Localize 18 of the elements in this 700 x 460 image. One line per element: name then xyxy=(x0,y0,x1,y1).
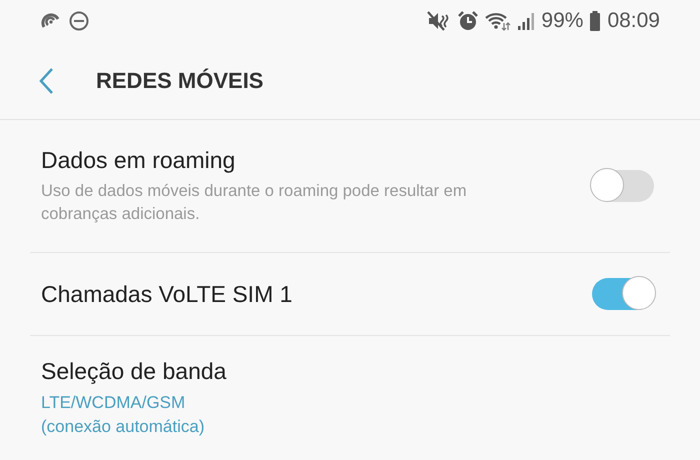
toggle-switch[interactable] xyxy=(592,170,654,202)
setting-title[interactable]: Seleção de banda xyxy=(41,358,226,385)
do-not-disturb-icon xyxy=(68,10,90,32)
page-title: REDES MÓVEIS xyxy=(96,68,264,94)
battery-percentage: 99% xyxy=(541,9,584,33)
setting-description: Uso de dados móveis durante o roaming pode resultar em cobranças adicionais. xyxy=(41,180,468,224)
setting-title[interactable]: Chamadas VoLTE SIM 1 xyxy=(41,280,292,308)
setting-title[interactable]: Dados em roaming xyxy=(41,146,541,174)
back-icon[interactable] xyxy=(38,66,54,94)
battery-icon xyxy=(589,10,602,32)
mute-icon xyxy=(427,10,452,32)
signal-icon xyxy=(517,10,536,32)
wifi-icon xyxy=(485,10,512,32)
setting-value: LTE/WCDMA/GSM xyxy=(41,392,186,414)
alarm-icon xyxy=(457,10,480,32)
toggle-switch[interactable] xyxy=(592,278,654,310)
setting-value: (conexão automática) xyxy=(41,416,206,438)
clock-time: 08:09 xyxy=(607,9,660,33)
